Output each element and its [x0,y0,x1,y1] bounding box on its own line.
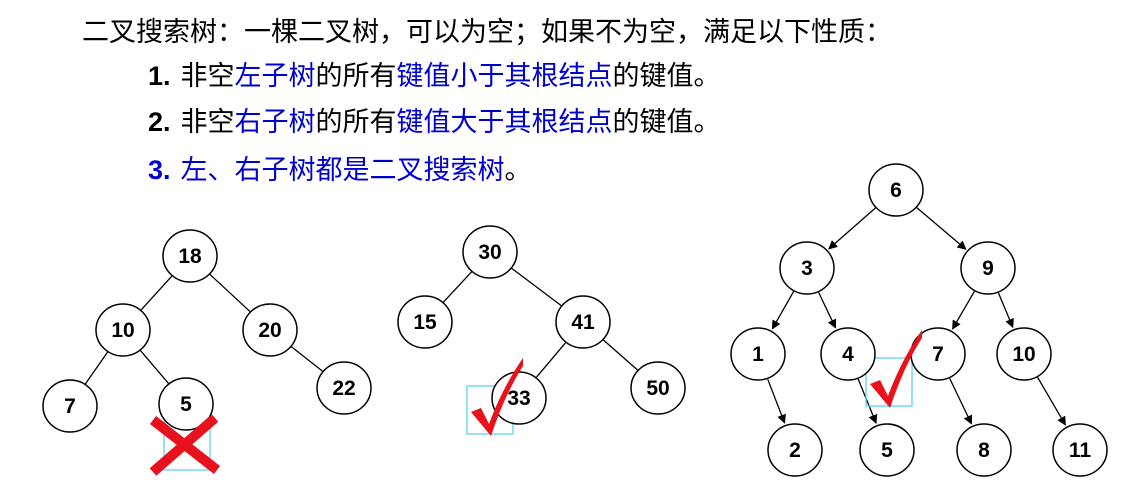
tree-2-edge-30-15 [442,271,473,303]
tree-1-node-label-7: 7 [64,395,76,418]
tree-3-node-label-2: 2 [789,439,801,462]
tree-3-node-label-8: 8 [978,439,990,462]
tree-2-node-label-15: 15 [413,311,437,334]
tree-1-edge-10-5 [140,350,169,384]
tree-2-node-label-30: 30 [478,241,501,264]
tree-1-node-label-22: 22 [332,377,355,400]
tree-1-node-label-10: 10 [111,319,134,342]
tree-1-edge-10-7 [84,351,109,385]
tree-2-edge-30-41 [511,267,562,307]
tree-3-node-label-1: 1 [752,343,764,366]
tree-3-node-label-9: 9 [982,257,994,280]
tree-1-edge-18-10 [140,275,173,311]
tree-2-node-label-33: 33 [507,387,530,410]
tree-3-node-label-7: 7 [932,343,944,366]
tree-3-node-label-6: 6 [890,179,902,202]
tree-2-edge-41-33 [535,342,567,378]
tree-3-edge-6-9 [916,206,967,250]
tree-3-edge-3-1 [771,291,795,330]
tree-2-node-label-50: 50 [646,377,669,400]
tree-3-node-label-4: 4 [842,343,854,366]
tree-1-edge-18-20 [209,273,251,313]
tree-3-edge-7-8 [949,378,973,425]
tree-3-edge-9-10 [997,292,1014,329]
tree-1-node-label-20: 20 [258,319,281,342]
tree-3-edge-6-3 [828,207,877,250]
tree-1-node-label-18: 18 [178,245,202,268]
tree-3-node-label-10: 10 [1012,343,1035,366]
tree-3-edge-10-11 [1037,376,1066,426]
tree-3-node-label-5: 5 [881,439,893,462]
tree-2-edge-41-50 [602,339,639,371]
tree-3-node-label-3: 3 [801,257,813,280]
tree-diagrams: 18 10 20 7 5 22 30 15 41 33 50 6 3 9 1 4 7 10 2 5 8 11 [42,163,1108,477]
tree-3-edge-1-2 [767,378,786,424]
tree-1-node-label-5: 5 [180,393,192,416]
tree-1-edge-20-22 [290,346,324,372]
tree-3-node-label-11: 11 [1069,439,1092,462]
tree-3-edge-3-4 [818,292,837,329]
tree-3-edge-9-7 [952,291,975,330]
tree-2-node-label-41: 41 [571,311,595,334]
